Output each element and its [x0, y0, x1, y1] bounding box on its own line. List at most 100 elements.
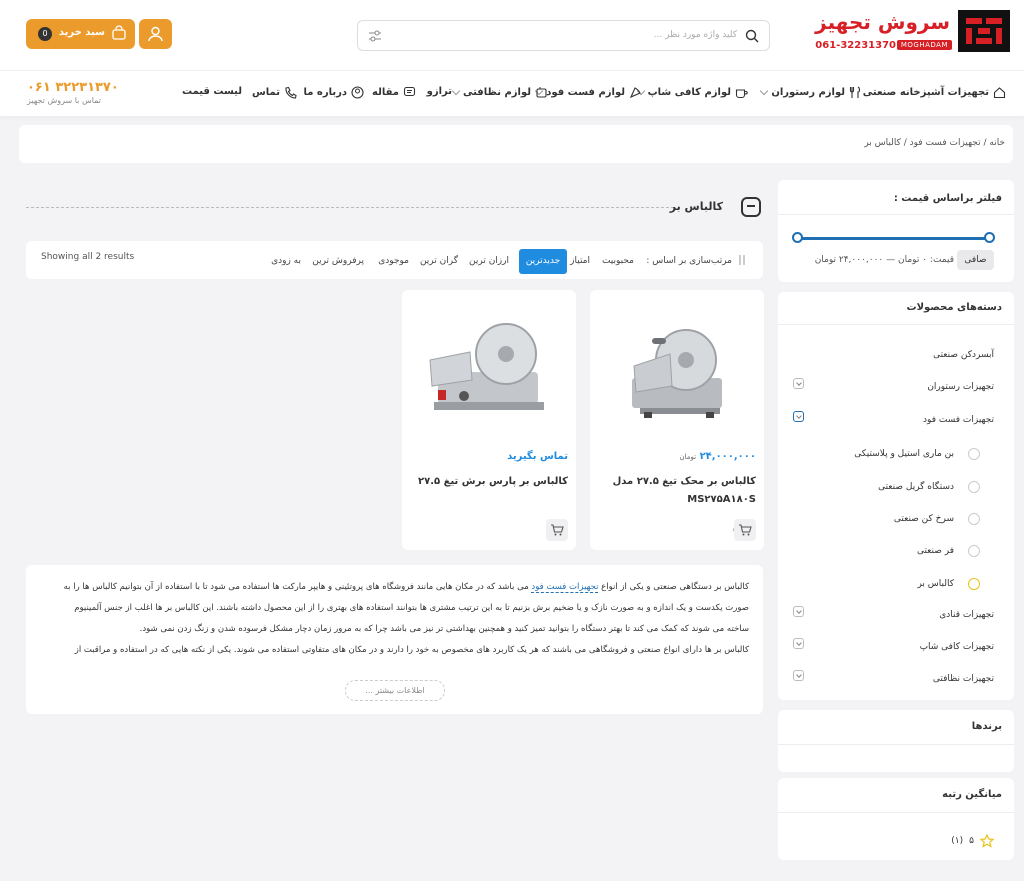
description-link[interactable]: تجهیزات فست فود — [531, 582, 599, 593]
cart-label: سبد خرید — [58, 27, 105, 38]
results-count: Showing all 2 results — [41, 252, 135, 262]
category-item[interactable]: تجهیزات رستوران — [927, 382, 994, 392]
price-slider-max-handle[interactable] — [984, 232, 995, 243]
brands-title: برندها — [971, 721, 1002, 732]
divider — [778, 214, 1014, 215]
nav-item-coffee-shop[interactable]: لوازم کافی شاپ — [636, 86, 748, 99]
user-circle-icon — [351, 86, 364, 99]
fork-knife-icon — [849, 86, 861, 98]
subcategory-radio[interactable] — [968, 545, 980, 557]
product-card[interactable]: ۲۴,۰۰۰,۰۰۰ تومان کالباس بر محک تیغ ۲۷.۵ … — [590, 290, 764, 550]
subcategory-radio[interactable] — [968, 513, 980, 525]
chevron-down-icon[interactable] — [793, 606, 804, 617]
sort-icon — [739, 255, 745, 265]
header-phone-caption: تماس با سروش تجهیز — [27, 96, 101, 105]
category-description: کالباس بر دستگاهی صنعتی و یکی از انواع ت… — [26, 565, 763, 714]
nav-item-fast-food[interactable]: لوازم فست فود — [534, 86, 642, 99]
sort-label: مرتب‌سازی بر اساس : — [646, 256, 732, 266]
filter-settings-icon[interactable] — [368, 29, 382, 43]
site-logo[interactable]: سروش تجهیز 061-32231370 MOGHADAM — [810, 10, 1010, 54]
description-line: ساخته می شوند که کمک می کند تا بهتر دستگ… — [139, 624, 749, 634]
breadcrumb-text[interactable]: خانه / تجهیزات فست فود / کالباس بر — [864, 138, 1005, 148]
nav-item-restaurant[interactable]: لوازم رستوران — [760, 86, 862, 99]
cart-count-badge: 0 — [38, 27, 52, 41]
price-slider-min-handle[interactable] — [792, 232, 803, 243]
sort-option-best-selling[interactable]: پرفروش ترین — [312, 256, 364, 266]
rating-title: میانگین رتبه — [942, 789, 1002, 800]
category-item[interactable]: تجهیزات کافی شاپ — [920, 642, 994, 652]
description-line: صورت یکدست و یک اندازه و به صورت نازک و … — [74, 603, 749, 613]
pizza-icon — [629, 87, 641, 99]
product-price-call[interactable]: تماس بگیرید — [507, 451, 568, 462]
logo-phone: 061-32231370 — [815, 40, 896, 51]
chevron-down-icon — [451, 86, 461, 96]
divider — [778, 744, 1014, 745]
description-line: کالباس بر ها دارای انواع صنعتی و فروشگاه… — [74, 645, 749, 655]
nav-item-scale[interactable]: ترازو — [427, 86, 452, 97]
read-more-button[interactable]: اطلاعات بیشتر ... — [345, 680, 445, 701]
chevron-down-icon[interactable] — [793, 670, 804, 681]
sort-option-coming-soon[interactable]: به زودی — [271, 256, 301, 266]
shopping-bag-icon — [112, 25, 126, 40]
divider — [778, 324, 1014, 325]
search-input[interactable]: کلید واژه مورد نظر ... — [654, 30, 737, 40]
add-to-cart-button[interactable] — [734, 519, 756, 541]
subcategory-radio[interactable] — [968, 448, 980, 460]
nav-item-cleaning[interactable]: لوازم نظافتی — [451, 86, 548, 99]
subcategory-item[interactable]: سرخ کن صنعتی — [894, 514, 954, 524]
chevron-down-icon[interactable] — [793, 638, 804, 649]
search-box[interactable]: کلید واژه مورد نظر ... — [357, 20, 770, 51]
add-to-cart-button[interactable] — [546, 519, 568, 541]
price-filter-title: فیلتر براساس قیمت : — [893, 193, 1002, 204]
cleaning-icon — [536, 87, 547, 98]
sort-option-popularity[interactable]: محبوبیت — [602, 256, 634, 266]
sort-option-rating[interactable]: امتیاز — [570, 256, 590, 266]
star-icon — [980, 834, 994, 848]
product-image[interactable] — [622, 308, 734, 428]
cart-button[interactable]: سبد خرید 0 — [26, 19, 135, 49]
filter-apply-button[interactable]: صافی — [957, 250, 994, 270]
sort-option-newest[interactable]: جدیدترین — [519, 249, 567, 274]
subcategory-radio[interactable] — [968, 481, 980, 493]
chevron-up-icon[interactable] — [793, 411, 804, 422]
sort-option-in-stock[interactable]: موجودی — [378, 256, 409, 266]
category-item[interactable]: تجهیزات نظافتی — [933, 674, 994, 684]
product-card[interactable]: تماس بگیرید کالباس بر پارس برش تیغ ۲۷.۵ — [402, 290, 576, 550]
category-item[interactable]: تجهیزات قنادی — [939, 610, 994, 620]
cart-icon — [739, 524, 752, 536]
description-line: کالباس بر دستگاهی صنعتی و یکی از انواع ت… — [63, 582, 749, 593]
price-slider-track[interactable] — [797, 237, 990, 240]
category-item[interactable]: آبسردکن صنعتی — [933, 350, 994, 360]
nav-item-kitchen[interactable]: تجهیزات آشپزخانه صنعتی — [863, 86, 1006, 99]
logo-mark-icon — [958, 10, 1010, 52]
search-icon[interactable] — [745, 29, 759, 43]
rating-value: ۵ — [969, 836, 974, 846]
brands-card: برندها — [778, 710, 1014, 772]
nav-item-about[interactable]: درباره ما — [304, 86, 365, 99]
price-range-text: قیمت: ۰ تومان — ۲۴,۰۰۰,۰۰۰ تومان — [814, 255, 954, 265]
chevron-down-icon[interactable] — [793, 378, 804, 389]
subcategory-item-active[interactable]: کالباس بر — [917, 579, 954, 589]
subcategory-item[interactable]: دستگاه گریل صنعتی — [878, 482, 954, 492]
sort-option-most-expensive[interactable]: گران ترین — [420, 256, 458, 266]
account-button[interactable] — [139, 19, 172, 49]
page-title: کالباس بر — [669, 200, 723, 213]
subcategory-item[interactable]: بن ماری استیل و پلاستیکی — [854, 449, 954, 459]
breadcrumb: خانه / تجهیزات فست فود / کالباس بر — [19, 125, 1013, 163]
product-image[interactable] — [424, 310, 556, 425]
nav-item-contact[interactable]: تماس — [252, 86, 297, 99]
sort-option-cheapest[interactable]: ارزان ترین — [469, 256, 509, 266]
product-title[interactable]: کالباس بر پارس برش تیغ ۲۷.۵ — [410, 473, 568, 491]
nav-item-articles[interactable]: مقاله — [372, 86, 416, 99]
category-item-active[interactable]: تجهیزات فست فود — [923, 415, 994, 425]
header-phone[interactable]: ۰۶۱ ۳۲۲۳۱۳۷۰ — [27, 80, 119, 95]
nav-item-price-list[interactable]: لیست قیمت — [182, 86, 242, 97]
subcategory-radio-selected[interactable] — [968, 578, 980, 590]
home-icon — [993, 87, 1006, 99]
product-price: ۲۴,۰۰۰,۰۰۰ تومان — [679, 451, 756, 462]
coffee-cup-icon — [735, 89, 748, 99]
subcategory-item[interactable]: فر صنعتی — [917, 546, 954, 556]
rating-filter-row[interactable]: ۵ (۱) — [951, 834, 994, 848]
chat-icon — [403, 86, 416, 97]
product-title[interactable]: کالباس بر محک تیغ ۲۷.۵ مدل MS۲۷۵A۱۸۰S — [598, 473, 756, 509]
